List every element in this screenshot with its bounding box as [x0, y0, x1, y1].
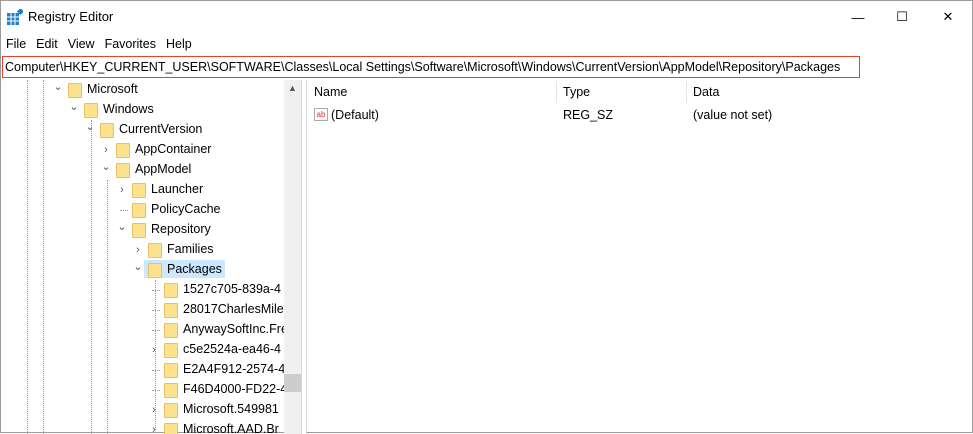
- folder-icon: [164, 423, 178, 434]
- maximize-button[interactable]: ☐: [879, 1, 925, 33]
- column-header-type[interactable]: Type: [557, 81, 687, 103]
- chevron-down-icon[interactable]: ⌄: [101, 160, 111, 173]
- value-data: (value not set): [693, 108, 773, 122]
- folder-icon: [84, 103, 98, 118]
- scrollbar-thumb[interactable]: [284, 374, 301, 392]
- folder-icon: [148, 263, 162, 278]
- folder-icon: [116, 143, 130, 158]
- tree-node[interactable]: › Microsoft.549981: [1, 400, 284, 420]
- registry-tree[interactable]: ⌄ Microsoft ⌄ Windows ⌄ CurrentVersion › AppCon…: [1, 80, 301, 434]
- chevron-down-icon[interactable]: ⌄: [69, 100, 79, 113]
- folder-icon: [148, 243, 162, 258]
- folder-icon: [100, 123, 114, 138]
- tree-node-label: Microsoft.549981: [183, 402, 279, 416]
- tree-node[interactable]: › AppContainer: [1, 140, 284, 160]
- tree-node[interactable]: PolicyCache: [1, 200, 284, 220]
- tree-node-label: CurrentVersion: [119, 122, 203, 136]
- minimize-button[interactable]: —: [835, 1, 881, 33]
- chevron-right-icon[interactable]: ›: [133, 244, 143, 256]
- chevron-right-icon[interactable]: ›: [101, 144, 111, 156]
- folder-icon: [164, 303, 178, 318]
- tree-node[interactable]: › Microsoft.AAD.Br: [1, 420, 284, 434]
- tree-node[interactable]: ⌄ Repository: [1, 220, 284, 240]
- tree-node-label: Launcher: [151, 182, 204, 196]
- tree-node-label: 1527c705-839a-4: [183, 282, 281, 296]
- folder-icon: [132, 203, 146, 218]
- folder-icon: [164, 343, 178, 358]
- folder-icon: [132, 183, 146, 198]
- folder-icon: [164, 323, 178, 338]
- column-header-name[interactable]: Name: [308, 81, 557, 103]
- title-bar: Registry Editor — ☐ ✕: [1, 1, 972, 33]
- tree-node-label: AnywaySoftInc.Fre: [183, 322, 288, 336]
- folder-icon: [116, 163, 130, 178]
- tree-node-label: AppContainer: [135, 142, 212, 156]
- window-title: Registry Editor: [28, 9, 114, 24]
- chevron-down-icon[interactable]: ⌄: [85, 120, 95, 133]
- folder-icon: [164, 403, 178, 418]
- folder-icon: [164, 283, 178, 298]
- tree-node[interactable]: ⌄ Microsoft: [1, 80, 284, 100]
- chevron-right-icon[interactable]: ›: [149, 404, 159, 416]
- registry-editor-icon: [7, 9, 23, 25]
- tree-node-label: Microsoft.AAD.Br: [183, 422, 279, 434]
- address-bar[interactable]: Computer\HKEY_CURRENT_USER\SOFTWARE\Clas…: [2, 56, 860, 78]
- tree-connector: [120, 210, 128, 211]
- chevron-down-icon[interactable]: ⌄: [133, 260, 143, 273]
- tree-node[interactable]: 1527c705-839a-4: [1, 280, 284, 300]
- tree-node-label: 28017CharlesMile: [183, 302, 284, 316]
- pane-splitter[interactable]: [301, 80, 307, 434]
- tree-node[interactable]: F46D4000-FD22-4: [1, 380, 287, 400]
- tree-node-label: Microsoft: [87, 82, 138, 96]
- menu-file[interactable]: File: [1, 35, 31, 55]
- scroll-up-icon[interactable]: ▲: [284, 83, 301, 93]
- chevron-down-icon[interactable]: ⌄: [117, 220, 127, 233]
- menu-help[interactable]: Help: [161, 35, 197, 55]
- chevron-right-icon[interactable]: ›: [117, 184, 127, 196]
- tree-node-label: c5e2524a-ea46-4: [183, 342, 281, 356]
- tree-node-label: E2A4F912-2574-4: [183, 362, 286, 376]
- tree-node-label: F46D4000-FD22-4: [183, 382, 288, 396]
- tree-node[interactable]: › c5e2524a-ea46-4: [1, 340, 284, 360]
- menu-view[interactable]: View: [63, 35, 100, 55]
- tree-node[interactable]: › Families: [1, 240, 284, 260]
- tree-connector: [152, 390, 160, 391]
- menu-bar: File Edit View Favorites Help: [1, 35, 197, 55]
- tree-node[interactable]: ⌄ AppModel: [1, 160, 284, 180]
- column-header-data[interactable]: Data: [687, 81, 972, 103]
- value-type: REG_SZ: [563, 108, 614, 122]
- tree-node[interactable]: › Launcher: [1, 180, 284, 200]
- chevron-right-icon[interactable]: ›: [149, 344, 159, 356]
- tree-node[interactable]: ⌄ Windows: [1, 100, 284, 120]
- tree-node-label: Families: [167, 242, 214, 256]
- chevron-down-icon[interactable]: ⌄: [53, 80, 63, 93]
- tree-connector: [152, 310, 160, 311]
- tree-node[interactable]: ⌄ Packages: [1, 260, 284, 280]
- folder-icon: [68, 83, 82, 98]
- folder-icon: [132, 223, 146, 238]
- tree-node-label: Repository: [151, 222, 211, 236]
- menu-edit[interactable]: Edit: [31, 35, 63, 55]
- folder-icon: [164, 363, 178, 378]
- tree-node[interactable]: ⌄ CurrentVersion: [1, 120, 284, 140]
- close-button[interactable]: ✕: [925, 1, 971, 33]
- tree-node[interactable]: E2A4F912-2574-4: [1, 360, 285, 380]
- menu-favorites[interactable]: Favorites: [100, 35, 161, 55]
- tree-node-label: AppModel: [135, 162, 192, 176]
- tree-node-label: PolicyCache: [151, 202, 221, 216]
- tree-scrollbar[interactable]: ▲: [284, 80, 301, 434]
- tree-node-label: Windows: [103, 102, 154, 116]
- value-name: (Default): [331, 108, 379, 122]
- folder-icon: [164, 383, 178, 398]
- tree-connector: [152, 370, 160, 371]
- tree-connector: [152, 330, 160, 331]
- tree-node[interactable]: 28017CharlesMile: [1, 300, 284, 320]
- tree-node[interactable]: AnywaySoftInc.Fre: [1, 320, 288, 340]
- tree-connector: [152, 290, 160, 291]
